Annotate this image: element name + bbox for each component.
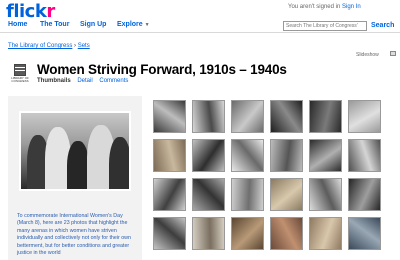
thumb-8[interactable] <box>192 139 225 172</box>
slideshow-icon[interactable] <box>390 51 396 56</box>
thumb-5[interactable] <box>309 100 342 133</box>
thumb-3[interactable] <box>231 100 264 133</box>
thumb-4[interactable] <box>270 100 303 133</box>
set-info-panel: To commemorate International Women's Day… <box>8 96 142 260</box>
photo-figure <box>67 141 89 189</box>
nav-explore[interactable]: Explore ▼ <box>117 21 150 28</box>
view-tabs: Thumbnails Detail Comments <box>37 78 128 84</box>
owner-logo-text: LIBRARY OF CONGRESS <box>11 76 29 83</box>
search-input[interactable] <box>283 21 367 31</box>
thumb-1[interactable] <box>153 100 186 133</box>
thumb-20[interactable] <box>192 217 225 250</box>
signin-status: You aren't signed in Sign In <box>288 4 361 10</box>
thumb-6[interactable] <box>348 100 381 133</box>
signin-prefix: You aren't signed in <box>288 4 341 10</box>
thumb-24[interactable] <box>348 217 381 250</box>
thumb-19[interactable] <box>153 217 186 250</box>
thumb-10[interactable] <box>270 139 303 172</box>
breadcrumb-owner[interactable]: The Library of Congress <box>8 43 72 49</box>
thumb-14[interactable] <box>192 178 225 211</box>
thumb-21[interactable] <box>231 217 264 250</box>
set-cover-photo[interactable] <box>19 111 131 191</box>
set-description: To commemorate International Women's Day… <box>17 213 131 257</box>
breadcrumb-separator: › <box>74 43 77 49</box>
thumb-18[interactable] <box>348 178 381 211</box>
chevron-down-icon: ▼ <box>144 22 150 28</box>
photo-figure <box>109 137 129 189</box>
thumb-11[interactable] <box>309 139 342 172</box>
nav-the-tour[interactable]: The Tour <box>40 21 69 28</box>
breadcrumb-sets[interactable]: Sets <box>78 43 90 49</box>
thumb-15[interactable] <box>231 178 264 211</box>
tab-detail[interactable]: Detail <box>77 78 92 84</box>
tab-comments[interactable]: Comments <box>99 78 128 84</box>
search-button[interactable]: Search <box>371 22 394 29</box>
thumb-17[interactable] <box>309 178 342 211</box>
thumb-2[interactable] <box>192 100 225 133</box>
thumb-13[interactable] <box>153 178 186 211</box>
thumb-12[interactable] <box>348 139 381 172</box>
slideshow-link[interactable]: Slideshow <box>356 52 379 58</box>
thumb-22[interactable] <box>270 217 303 250</box>
page-title: Women Striving Forward, 1910s – 1940s <box>37 62 287 77</box>
thumb-23[interactable] <box>309 217 342 250</box>
tab-thumbnails: Thumbnails <box>37 78 71 84</box>
signin-link[interactable]: Sign In <box>342 4 361 10</box>
library-of-congress-logo[interactable]: LIBRARY OF CONGRESS <box>8 64 32 84</box>
nav-home[interactable]: Home <box>8 21 27 28</box>
nav-explore-label: Explore <box>117 21 143 28</box>
thumb-9[interactable] <box>231 139 264 172</box>
thumb-16[interactable] <box>270 178 303 211</box>
building-icon <box>14 64 26 76</box>
breadcrumb: The Library of Congress › Sets <box>8 43 90 49</box>
thumb-7[interactable] <box>153 139 186 172</box>
nav-sign-up[interactable]: Sign Up <box>80 21 106 28</box>
